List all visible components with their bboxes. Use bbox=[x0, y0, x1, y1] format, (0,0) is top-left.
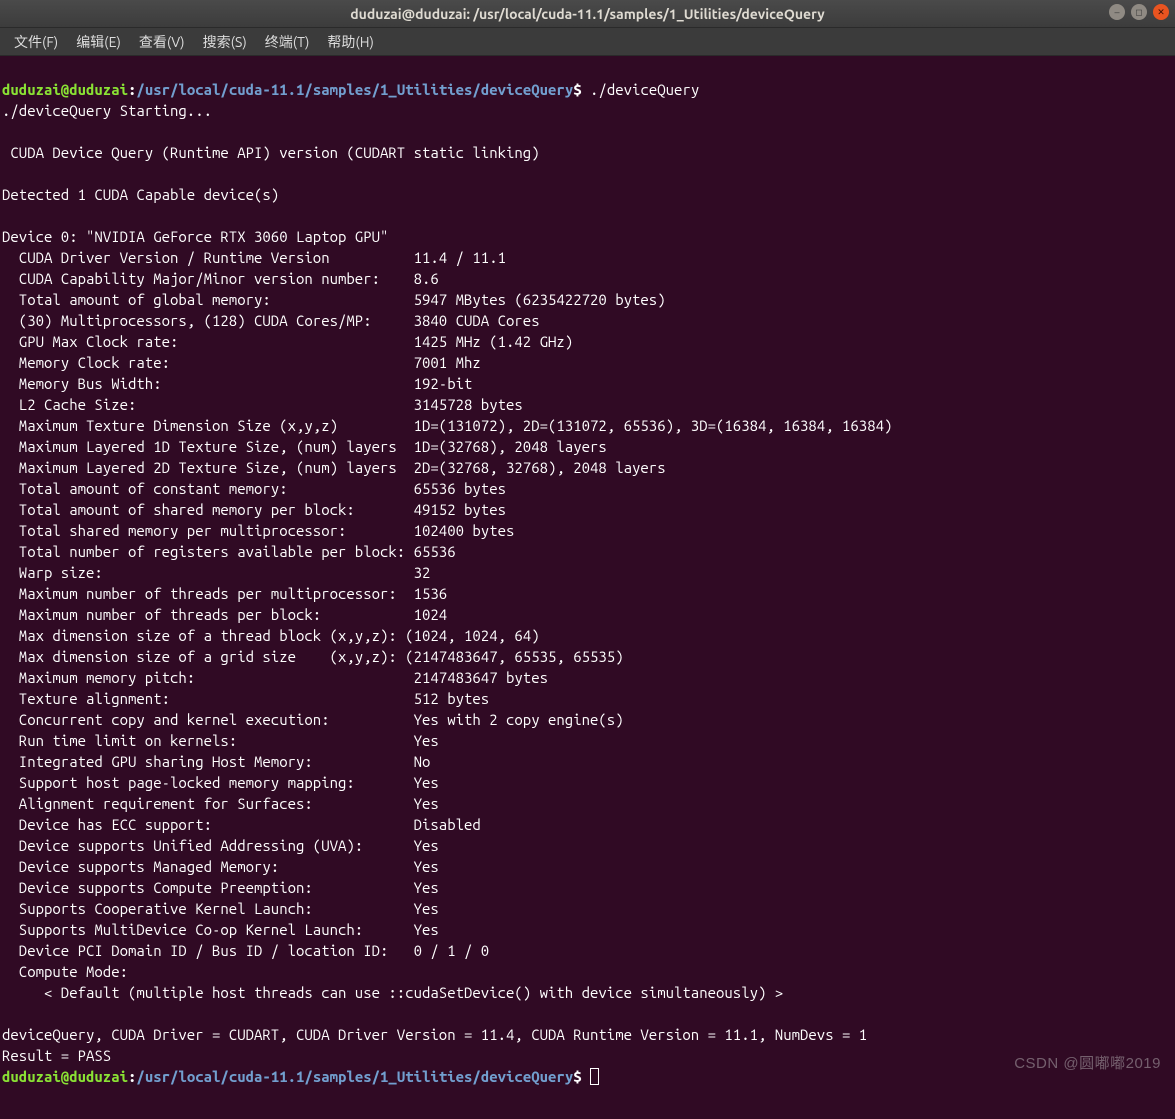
output-line: Concurrent copy and kernel execution: Ye… bbox=[2, 711, 624, 728]
prompt-dollar: $ bbox=[573, 81, 581, 98]
cursor-icon bbox=[590, 1068, 599, 1085]
output-line: Integrated GPU sharing Host Memory: No bbox=[2, 753, 430, 770]
prompt-user: duduzai@duduzai bbox=[2, 81, 128, 98]
close-icon[interactable]: ✕ bbox=[1153, 4, 1169, 20]
output-line: Memory Bus Width: 192-bit bbox=[2, 375, 472, 392]
menu-edit[interactable]: 编辑(E) bbox=[68, 30, 129, 54]
output-line: CUDA Device Query (Runtime API) version … bbox=[2, 144, 540, 161]
output-line: CUDA Driver Version / Runtime Version 11… bbox=[2, 249, 506, 266]
menubar: 文件(F) 编辑(E) 查看(V) 搜索(S) 终端(T) 帮助(H) bbox=[0, 28, 1175, 56]
menu-terminal[interactable]: 终端(T) bbox=[257, 30, 318, 54]
output-line: CUDA Capability Major/Minor version numb… bbox=[2, 270, 439, 287]
output-line: < Default (multiple host threads can use… bbox=[2, 984, 783, 1001]
output-line: Total shared memory per multiprocessor: … bbox=[2, 522, 514, 539]
prompt-path: /usr/local/cuda-11.1/samples/1_Utilities… bbox=[136, 1068, 573, 1085]
output-line: Alignment requirement for Surfaces: Yes bbox=[2, 795, 439, 812]
output-line: Supports Cooperative Kernel Launch: Yes bbox=[2, 900, 439, 917]
output-line: Total number of registers available per … bbox=[2, 543, 456, 560]
output-line: Maximum number of threads per block: 102… bbox=[2, 606, 447, 623]
menu-file[interactable]: 文件(F) bbox=[6, 30, 66, 54]
output-line: Maximum Layered 2D Texture Size, (num) l… bbox=[2, 459, 666, 476]
output-line: Texture alignment: 512 bytes bbox=[2, 690, 489, 707]
output-line: Maximum Layered 1D Texture Size, (num) l… bbox=[2, 438, 607, 455]
menu-help[interactable]: 帮助(H) bbox=[319, 30, 382, 54]
output-line: Maximum memory pitch: 2147483647 bytes bbox=[2, 669, 548, 686]
output-line: Total amount of shared memory per block:… bbox=[2, 501, 506, 518]
output-line: Device has ECC support: Disabled bbox=[2, 816, 481, 833]
output-line: Device supports Managed Memory: Yes bbox=[2, 858, 439, 875]
output-line: (30) Multiprocessors, (128) CUDA Cores/M… bbox=[2, 312, 540, 329]
output-line: Total amount of global memory: 5947 MByt… bbox=[2, 291, 666, 308]
output-line: Support host page-locked memory mapping:… bbox=[2, 774, 439, 791]
minimize-icon[interactable]: – bbox=[1109, 4, 1125, 20]
output-line: Device PCI Domain ID / Bus ID / location… bbox=[2, 942, 489, 959]
output-line: Detected 1 CUDA Capable device(s) bbox=[2, 186, 279, 203]
prompt-dollar: $ bbox=[573, 1068, 581, 1085]
output-line: Maximum Texture Dimension Size (x,y,z) 1… bbox=[2, 417, 892, 434]
terminal-area[interactable]: duduzai@duduzai:/usr/local/cuda-11.1/sam… bbox=[0, 56, 1175, 1119]
prompt-user: duduzai@duduzai bbox=[2, 1068, 128, 1085]
output-line: GPU Max Clock rate: 1425 MHz (1.42 GHz) bbox=[2, 333, 573, 350]
output-line: Maximum number of threads per multiproce… bbox=[2, 585, 447, 602]
output-line: Warp size: 32 bbox=[2, 564, 430, 581]
window-controls: – ◻ ✕ bbox=[1109, 4, 1169, 20]
output-line: Run time limit on kernels: Yes bbox=[2, 732, 439, 749]
output-line: Result = PASS bbox=[2, 1047, 111, 1064]
command-entered: ./deviceQuery bbox=[590, 81, 699, 98]
output-line: Device supports Compute Preemption: Yes bbox=[2, 879, 439, 896]
output-line: ./deviceQuery Starting... bbox=[2, 102, 212, 119]
menu-view[interactable]: 查看(V) bbox=[131, 30, 193, 54]
output-line: Memory Clock rate: 7001 Mhz bbox=[2, 354, 481, 371]
output-line: L2 Cache Size: 3145728 bytes bbox=[2, 396, 523, 413]
maximize-icon[interactable]: ◻ bbox=[1131, 4, 1147, 20]
window-title: duduzai@duduzai: /usr/local/cuda-11.1/sa… bbox=[350, 6, 824, 22]
output-line: Device 0: "NVIDIA GeForce RTX 3060 Lapto… bbox=[2, 228, 388, 245]
output-line: Total amount of constant memory: 65536 b… bbox=[2, 480, 506, 497]
output-line: Supports MultiDevice Co-op Kernel Launch… bbox=[2, 921, 439, 938]
prompt-path: /usr/local/cuda-11.1/samples/1_Utilities… bbox=[136, 81, 573, 98]
output-line: Device supports Unified Addressing (UVA)… bbox=[2, 837, 439, 854]
output-line: Max dimension size of a thread block (x,… bbox=[2, 627, 540, 644]
output-line: deviceQuery, CUDA Driver = CUDART, CUDA … bbox=[2, 1026, 867, 1043]
menu-search[interactable]: 搜索(S) bbox=[195, 30, 255, 54]
output-line: Compute Mode: bbox=[2, 963, 128, 980]
titlebar: duduzai@duduzai: /usr/local/cuda-11.1/sa… bbox=[0, 0, 1175, 28]
output-line: Max dimension size of a grid size (x,y,z… bbox=[2, 648, 624, 665]
